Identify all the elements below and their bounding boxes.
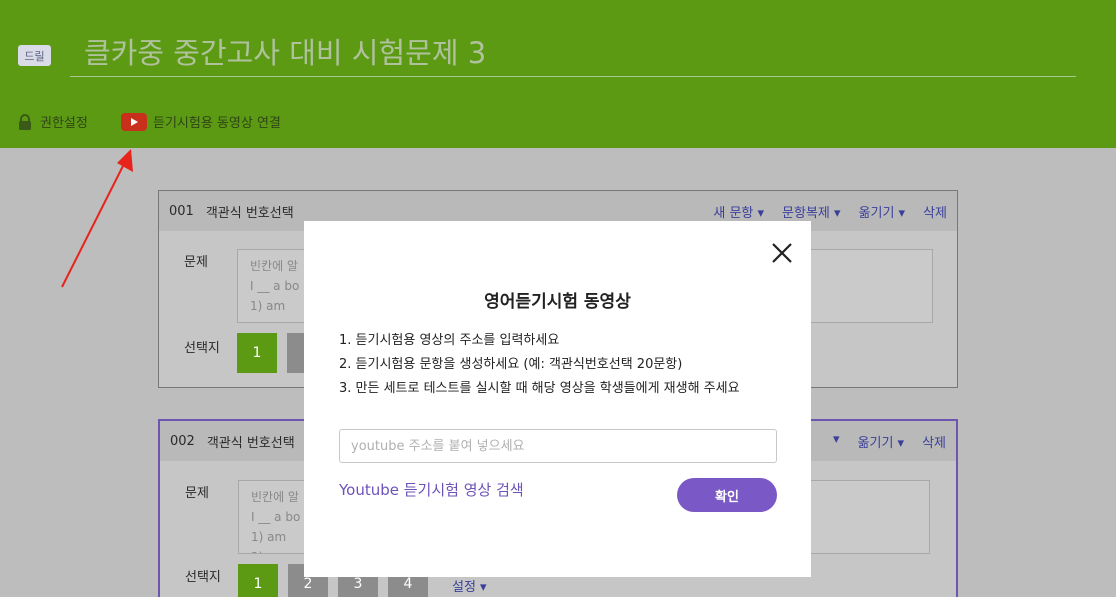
question-label: 문제 xyxy=(184,255,208,270)
choices-label: 선택지 xyxy=(184,341,220,356)
move-question-menu[interactable]: 옮기기 ▾ xyxy=(859,202,906,221)
choices-label: 선택지 xyxy=(185,570,221,585)
question-type: 객관식 번호선택 xyxy=(205,205,294,221)
choice-settings-menu[interactable]: 설정 ▾ xyxy=(452,576,487,595)
header-bar: 드릴 클카중 중간고사 대비 시험문제 3 권한설정 듣기시험용 동영상 연결 xyxy=(0,0,1116,148)
move-question-menu[interactable]: 옮기기 ▾ xyxy=(858,432,905,451)
close-icon[interactable] xyxy=(771,242,793,264)
permission-settings-label: 권한설정 xyxy=(40,116,88,131)
youtube-icon xyxy=(121,112,147,131)
youtube-url-input[interactable] xyxy=(339,429,777,463)
card-actions: ▾ 옮기기 ▾ 삭제 xyxy=(833,432,946,451)
question-number: 002 xyxy=(170,433,195,449)
modal-title: 영어듣기시험 동영상 xyxy=(484,292,631,312)
delete-question-link[interactable]: 삭제 xyxy=(923,202,947,221)
question-type: 객관식 번호선택 xyxy=(206,435,295,451)
drill-badge: 드릴 xyxy=(18,45,51,66)
instruction-step: 2. 듣기시험용 문항을 생성하세요 (예: 객관식번호선택 20문항) xyxy=(339,357,683,372)
permission-settings-button[interactable]: 권한설정 xyxy=(18,112,88,131)
duplicate-question-menu[interactable]: 문항복제 ▾ xyxy=(782,202,841,221)
delete-question-link[interactable]: 삭제 xyxy=(922,432,946,451)
page-title[interactable]: 클카중 중간고사 대비 시험문제 3 xyxy=(84,30,486,72)
choice-button-1[interactable]: 1 xyxy=(238,564,278,597)
video-link-button[interactable]: 듣기시험용 동영상 연결 xyxy=(121,112,281,131)
instruction-step: 3. 만든 세트로 테스트를 실시할 때 해당 영상을 학생들에게 재생해 주세… xyxy=(339,381,740,396)
duplicate-question-menu[interactable]: ▾ xyxy=(833,432,840,451)
confirm-button[interactable]: 확인 xyxy=(677,478,777,512)
instruction-list: 1. 듣기시험용 영상의 주소를 입력하세요 2. 듣기시험용 문항을 생성하세… xyxy=(339,329,740,401)
instruction-step: 1. 듣기시험용 영상의 주소를 입력하세요 xyxy=(339,333,560,348)
question-number: 001 xyxy=(169,203,194,219)
title-underline xyxy=(70,76,1076,77)
lock-icon xyxy=(19,113,31,130)
new-question-menu[interactable]: 새 문항 ▾ xyxy=(713,202,764,221)
card-actions: 새 문항 ▾ 문항복제 ▾ 옮기기 ▾ 삭제 xyxy=(713,202,947,221)
youtube-search-link[interactable]: Youtube 듣기시험 영상 검색 xyxy=(339,479,524,500)
video-link-label: 듣기시험용 동영상 연결 xyxy=(153,116,281,131)
video-link-modal: 영어듣기시험 동영상 1. 듣기시험용 영상의 주소를 입력하세요 2. 듣기시… xyxy=(304,221,811,577)
choice-button-1[interactable]: 1 xyxy=(237,333,277,373)
question-label: 문제 xyxy=(185,486,209,501)
